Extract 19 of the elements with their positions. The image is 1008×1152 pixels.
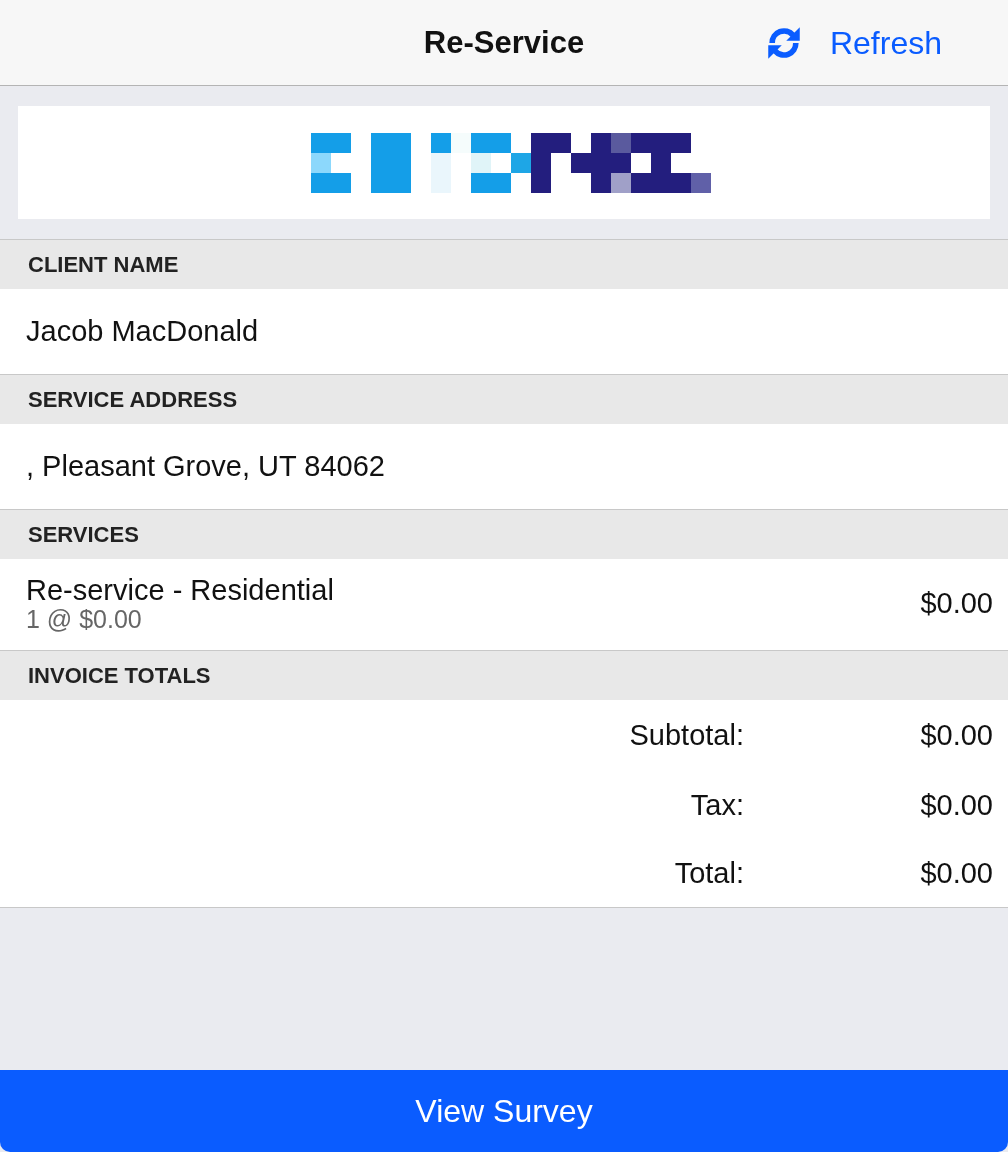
section-heading: CLIENT NAME bbox=[0, 240, 1008, 289]
field-value: , Pleasant Grove, UT 84062 bbox=[26, 450, 385, 483]
page-title: Re-Service bbox=[423, 24, 585, 61]
total-label: Total: bbox=[674, 857, 744, 890]
total-value: $0.00 bbox=[920, 718, 993, 752]
section-heading: SERVICE ADDRESS bbox=[0, 375, 1008, 424]
service-amount: $0.00 bbox=[920, 587, 993, 620]
service-quantity: 1 @ $0.00 bbox=[26, 604, 143, 633]
refresh-icon bbox=[765, 25, 802, 61]
total-value: $0.00 bbox=[920, 788, 993, 822]
section-heading: SERVICES bbox=[0, 510, 1008, 559]
refresh-button[interactable]: Refresh bbox=[765, 20, 942, 66]
view-survey-button[interactable]: View Survey bbox=[0, 1070, 1008, 1152]
section-heading: INVOICE TOTALS bbox=[0, 651, 1008, 700]
total-label: Tax: bbox=[690, 788, 744, 822]
total-label: Subtotal: bbox=[629, 718, 744, 752]
total-value: $0.00 bbox=[920, 857, 993, 890]
field-value: Jacob MacDonald bbox=[26, 315, 259, 348]
service-name: Re-service - Residential bbox=[26, 574, 334, 605]
